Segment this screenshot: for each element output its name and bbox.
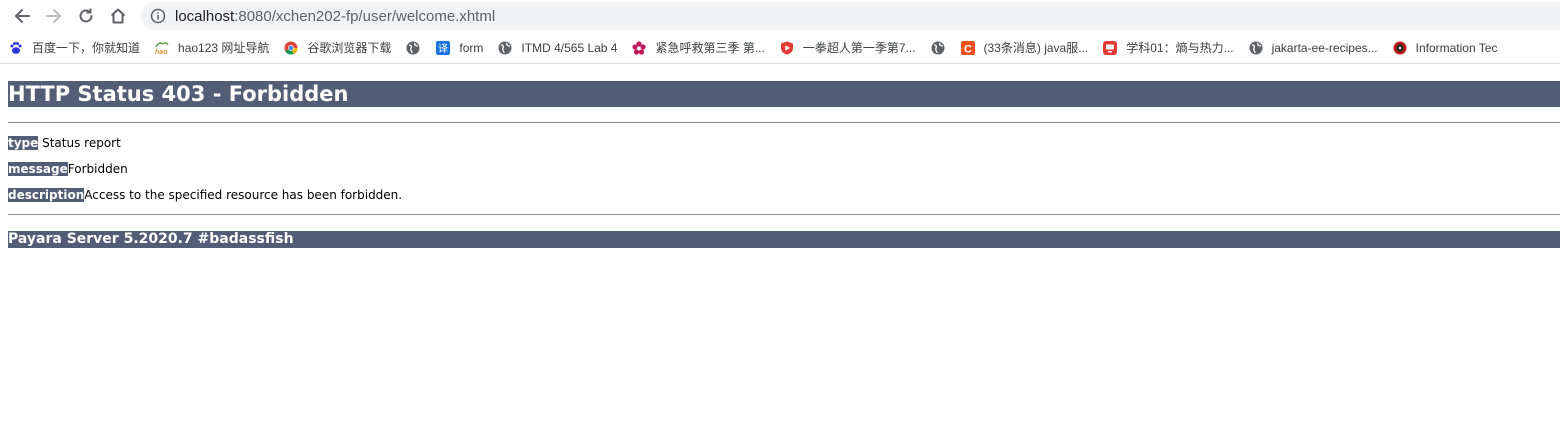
globe-icon [405,40,421,56]
bookmark-chrome-download[interactable]: 谷歌浏览器下载 [275,34,397,62]
csdn-icon: C [960,40,976,56]
description-line: descriptionAccess to the specified resou… [8,188,1560,203]
bookmark-baidu[interactable]: 百度一下，你就知道 [0,34,146,62]
browser-toolbar: localhost:8080/xchen202-fp/user/welcome.… [0,0,1560,32]
error-page: HTTP Status 403 - Forbidden type Status … [8,81,1560,248]
message-line: messageForbidden [8,162,1560,177]
app-red-icon [1102,40,1118,56]
bookmark-label: 百度一下，你就知道 [32,41,141,55]
bookmark-label: 一拳超人第一季第7... [802,41,916,55]
globe-icon [497,40,513,56]
bookmark-label: 学科01：熵与热力... [1126,41,1234,55]
bookmark-label: Information Tec [1415,40,1498,55]
forward-button[interactable] [42,4,66,28]
forward-arrow-icon [46,9,61,23]
home-icon [110,8,126,24]
chrome-icon [283,40,299,56]
svg-text:C: C [964,43,972,55]
bookmark-label: ITMD 4/565 Lab 4 [521,40,618,55]
svg-text:译: 译 [438,43,448,55]
url-path: :8080/xchen202-fp/user/welcome.xhtml [234,7,496,25]
message-value: Forbidden [67,162,128,176]
message-label: message [8,162,68,176]
url-host: localhost [175,7,235,25]
baidu-paw-icon [8,40,24,56]
bookmark-label: jakarta-ee-recipes... [1271,40,1378,55]
address-bar[interactable]: localhost:8080/xchen202-fp/user/welcome.… [141,2,1560,30]
type-line: type Status report [8,136,1560,151]
translate-icon: 译 [435,40,451,56]
bookmark-xueke[interactable]: 学科01：熵与热力... [1094,34,1239,62]
bookmark-onepunch[interactable]: 一拳超人第一季第7... [771,34,922,62]
bookmarks-bar: 百度一下，你就知道 hao hao123 网址导航 谷歌浏览器下载 译 form… [0,32,1560,64]
bookmark-jakarta[interactable]: jakarta-ee-recipes... [1240,34,1384,62]
bookmark-emergency[interactable]: 紧急呼救第三季 第... [623,34,770,62]
bookmark-label: 紧急呼救第三季 第... [655,41,765,55]
bookmark-form[interactable]: 译 form [427,34,489,62]
page-title: HTTP Status 403 - Forbidden [8,81,1560,107]
server-footer: Payara Server 5.2020.7 #badassfish [8,231,1560,248]
bookmark-itmd-lab4[interactable]: ITMD 4/565 Lab 4 [489,34,623,62]
bookmark-label: form [459,40,484,55]
bookmark-label: 谷歌浏览器下载 [307,41,392,55]
bookmark-hao123[interactable]: hao hao123 网址导航 [146,34,275,62]
description-label: description [8,188,85,202]
reload-button[interactable] [74,4,98,28]
divider [8,214,1560,215]
reload-icon [79,8,93,23]
bookmark-globe-2[interactable] [922,34,952,62]
bookmark-label: (33条消息) java服... [983,41,1089,55]
bookmark-info-tech[interactable]: Information Tec [1384,34,1504,62]
flower-icon [631,40,647,56]
type-value: Status report [38,136,121,150]
shield-play-icon [779,40,795,56]
globe-icon [1248,40,1264,56]
url-text: localhost:8080/xchen202-fp/user/welcome.… [175,8,495,25]
bookmark-csdn[interactable]: C (33条消息) java服... [952,34,1095,62]
hao123-icon: hao [154,40,170,56]
info-tech-icon [1392,40,1408,56]
globe-icon [930,40,946,56]
home-button[interactable] [106,4,130,28]
description-value: Access to the specified resource has bee… [84,188,403,202]
type-label: type [8,136,39,150]
bookmark-globe-1[interactable] [397,34,427,62]
svg-text:hao: hao [155,49,168,55]
divider [8,122,1560,123]
back-button[interactable] [10,4,34,28]
info-icon[interactable] [150,8,166,24]
bookmark-label: hao123 网址导航 [178,41,270,55]
back-arrow-icon [15,9,30,23]
